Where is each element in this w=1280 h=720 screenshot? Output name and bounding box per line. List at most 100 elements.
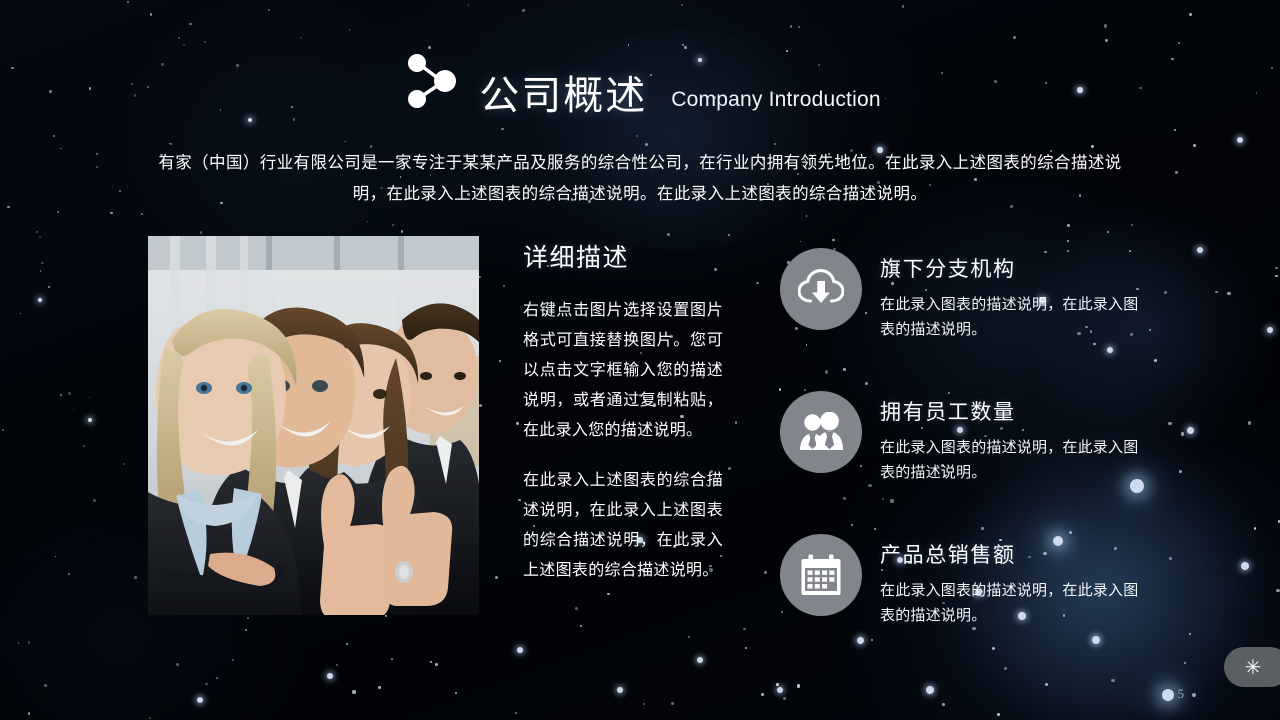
star	[687, 636, 690, 639]
star	[7, 205, 10, 209]
star	[67, 572, 70, 575]
star	[1111, 678, 1115, 683]
star-bright	[777, 687, 783, 693]
star	[1183, 661, 1187, 664]
star	[60, 394, 62, 396]
star	[52, 135, 56, 138]
star	[1045, 683, 1048, 686]
star	[427, 45, 431, 49]
star	[522, 9, 525, 12]
star-bright	[1186, 426, 1194, 434]
page-title: 公司概述	[479, 76, 647, 116]
star	[168, 142, 171, 145]
star	[756, 281, 759, 285]
feature-icon-circle	[780, 391, 862, 473]
star-bright	[697, 657, 703, 663]
star	[400, 230, 404, 234]
star	[36, 230, 39, 233]
star	[1103, 24, 1107, 28]
users-group-icon	[800, 412, 843, 450]
star	[88, 396, 91, 399]
star	[1174, 128, 1177, 131]
star	[133, 576, 137, 580]
feature-body: 产品总销售额 在此录入图表的描述说明，在此录入图表的描述说明。	[880, 534, 1142, 628]
star-bright	[1241, 562, 1249, 570]
star	[728, 234, 731, 236]
star	[429, 661, 432, 663]
star	[1175, 170, 1179, 175]
feature-item[interactable]: 旗下分支机构 在此录入图表的描述说明，在此录入图表的描述说明。	[780, 248, 1180, 342]
star	[247, 617, 250, 620]
star	[745, 646, 748, 649]
star	[72, 408, 75, 411]
star	[378, 686, 381, 690]
star	[38, 236, 42, 239]
star	[231, 658, 235, 661]
star	[27, 641, 31, 644]
team-photo-illustration	[148, 236, 479, 615]
feature-item[interactable]: 拥有员工数量 在此录入图表的描述说明，在此录入图表的描述说明。	[780, 391, 1180, 485]
star	[942, 702, 945, 706]
star	[498, 359, 502, 363]
star	[434, 662, 438, 666]
star	[95, 152, 99, 156]
star	[518, 498, 521, 501]
star-bright	[1092, 636, 1100, 644]
star	[20, 312, 22, 314]
star	[205, 682, 208, 686]
star	[796, 684, 801, 688]
star	[39, 270, 42, 272]
feature-item[interactable]: 产品总销售额 在此录入图表的描述说明，在此录入图表的描述说明。	[780, 534, 1180, 628]
star	[1253, 527, 1257, 530]
star	[149, 716, 152, 720]
star	[127, 1, 129, 3]
star	[1177, 42, 1180, 45]
star	[1105, 38, 1109, 42]
star	[118, 189, 121, 193]
star	[514, 711, 517, 714]
star	[574, 606, 578, 610]
star-bright	[1267, 327, 1273, 333]
star-bright	[1197, 247, 1203, 253]
star	[627, 44, 630, 46]
corner-badge[interactable]: ✳	[1224, 647, 1280, 687]
asterisk-icon: ✳	[1244, 655, 1262, 679]
star	[760, 692, 764, 696]
description-column: 详细描述 右键点击图片选择设置图片格式可直接替换图片。您可以点击文字框输入您的描…	[523, 238, 723, 606]
star	[774, 142, 777, 145]
star	[667, 232, 671, 236]
star	[763, 571, 767, 575]
feature-list: 旗下分支机构 在此录入图表的描述说明，在此录入图表的描述说明。 拥有员工数量 在…	[780, 248, 1180, 628]
star	[96, 165, 99, 168]
star	[454, 691, 458, 695]
star	[502, 284, 505, 288]
star	[789, 25, 793, 28]
star-bright	[327, 673, 333, 679]
star	[1189, 13, 1193, 17]
star	[60, 147, 62, 150]
star	[494, 576, 498, 580]
star	[392, 224, 395, 226]
star	[783, 696, 787, 700]
star	[776, 683, 779, 686]
description-heading: 详细描述	[523, 244, 630, 272]
team-photo	[148, 236, 479, 615]
feature-icon-circle	[780, 534, 862, 616]
star	[579, 624, 583, 628]
star-bright	[1162, 689, 1174, 701]
star	[1012, 36, 1016, 39]
star	[1193, 143, 1197, 147]
star	[47, 285, 51, 289]
star	[110, 211, 113, 215]
star	[57, 210, 60, 213]
description-paragraph-1: 右键点击图片选择设置图片格式可直接替换图片。您可以点击文字框输入您的描述说明，或…	[523, 302, 723, 439]
star	[344, 140, 346, 143]
star	[871, 638, 874, 641]
star	[244, 628, 247, 631]
star	[805, 215, 808, 217]
star-bright	[1237, 137, 1243, 143]
star	[992, 646, 996, 650]
star	[1180, 432, 1184, 436]
star	[140, 212, 143, 215]
star	[1067, 224, 1071, 228]
